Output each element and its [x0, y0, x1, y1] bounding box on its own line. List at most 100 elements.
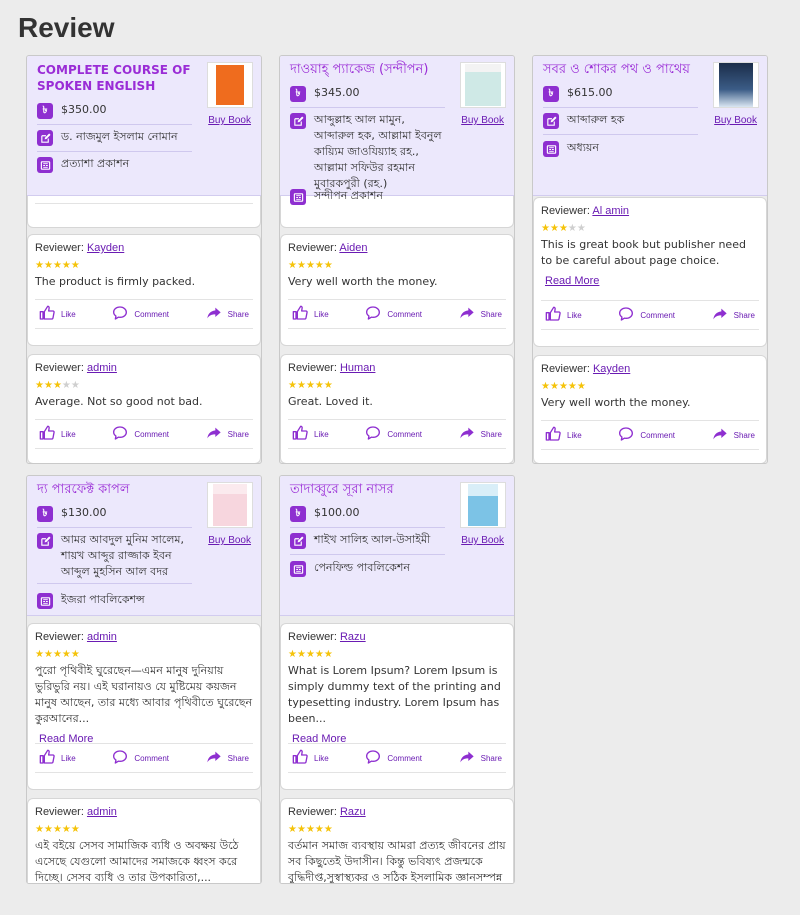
reviewer-link[interactable]: Kayden — [87, 242, 124, 254]
review-card: Reviewer: Human ★★★★★ Great. Loved it. L… — [280, 354, 514, 463]
comment-button[interactable]: Comment — [112, 425, 169, 443]
comment-button[interactable]: Comment — [112, 749, 169, 767]
taka-icon: ৳ — [290, 506, 306, 522]
thumb-up-icon — [39, 305, 61, 323]
book-cover[interactable] — [207, 482, 253, 528]
reviewer-link[interactable]: admin — [87, 806, 117, 818]
share-button[interactable]: Share — [206, 305, 249, 323]
publisher-row: অধ্যয়ন — [543, 140, 698, 157]
reviewer-link[interactable]: Kayden — [593, 363, 630, 375]
reviewer-link[interactable]: Razu — [340, 806, 366, 818]
book-title[interactable]: দ্য পারফেক্ট কাপল — [37, 482, 202, 498]
chat-bubble-icon — [112, 305, 134, 323]
review-text: The product is firmly packed. — [35, 275, 196, 288]
buy-book-link[interactable]: Buy Book — [714, 115, 757, 126]
review-text: Very well worth the money. — [288, 275, 438, 288]
review-card: Reviewer: Aiden ★★★★★ Very well worth th… — [280, 234, 514, 346]
newspaper-icon — [37, 157, 53, 173]
book-header: তাদাব্বুরে সূরা নাসর Buy Book ৳ $100.00 শ… — [280, 476, 514, 616]
review-card: Reviewer: Razu ★★★★★ What is Lorem Ipsum… — [280, 623, 514, 790]
like-button[interactable]: Like — [39, 425, 76, 443]
book-card: Reviewer: Kayden ★★★★★ The product is fi… — [26, 55, 262, 464]
book-card: Reviewer: Al amin ★★★★★ This is great bo… — [532, 55, 768, 464]
review-text: Very well worth the money. — [541, 396, 691, 409]
thumb-up-icon — [292, 425, 314, 443]
taka-icon: ৳ — [37, 506, 53, 522]
book-header: দ্য পারফেক্ট কাপল Buy Book ৳ $130.00 আমর … — [27, 476, 261, 616]
reviewer-link[interactable]: Al amin — [592, 205, 629, 217]
reviewer-link[interactable]: Human — [340, 362, 375, 374]
author-row: শাইখ সালিহ আল-উসাইমী — [290, 532, 445, 555]
taka-icon: ৳ — [37, 103, 53, 119]
comment-button[interactable]: Comment — [365, 749, 422, 767]
like-button[interactable]: Like — [39, 749, 76, 767]
share-button[interactable]: Share — [459, 305, 502, 323]
share-button[interactable]: Share — [459, 425, 502, 443]
reviewer-line: Reviewer: admin — [35, 362, 117, 374]
comment-button[interactable]: Comment — [618, 306, 675, 324]
comment-button[interactable]: Comment — [365, 425, 422, 443]
buy-book-link[interactable]: Buy Book — [461, 535, 504, 546]
rating-stars: ★★★★★ — [35, 380, 80, 391]
review-card: Reviewer: Kayden ★★★★★ Very well worth t… — [533, 355, 767, 463]
comment-button[interactable]: Comment — [365, 305, 422, 323]
taka-icon: ৳ — [290, 86, 306, 102]
book-title[interactable]: তাদাব্বুরে সূরা নাসর — [290, 482, 455, 498]
like-button[interactable]: Like — [292, 305, 329, 323]
chat-bubble-icon — [618, 306, 640, 324]
like-button[interactable]: Like — [545, 306, 582, 324]
like-button[interactable]: Like — [545, 426, 582, 444]
comment-button[interactable]: Comment — [618, 426, 675, 444]
publisher-row: সন্দীপন প্রকাশন — [290, 188, 445, 205]
reviewer-line: Reviewer: admin — [35, 631, 117, 643]
book-card: Reviewer: admin ★★★★★ পুরো পৃথিবীই ঘুরেছ… — [26, 475, 262, 884]
book-title[interactable]: COMPLETE COURSE OF SPOKEN ENGLISH — [37, 62, 202, 94]
book-title[interactable]: দাওয়াহ্ প্যাকেজ (সন্দীপন) — [290, 62, 455, 78]
share-arrow-icon — [206, 305, 228, 323]
book-cover[interactable] — [713, 62, 759, 108]
comment-button[interactable]: Comment — [112, 305, 169, 323]
reviewer-link[interactable]: admin — [87, 631, 117, 643]
page-title: Review — [18, 12, 115, 43]
like-button[interactable]: Like — [292, 425, 329, 443]
like-button[interactable]: Like — [292, 749, 329, 767]
chat-bubble-icon — [365, 305, 387, 323]
thumb-up-icon — [545, 306, 567, 324]
book-cover[interactable] — [460, 482, 506, 528]
share-button[interactable]: Share — [206, 749, 249, 767]
share-button[interactable]: Share — [459, 749, 502, 767]
reviewer-link[interactable]: admin — [87, 362, 117, 374]
review-card: Reviewer: Kayden ★★★★★ The product is fi… — [27, 234, 261, 346]
price-row: ৳ $130.00 — [37, 505, 192, 528]
publisher-row: পেনফিল্ড পাবলিকেশন — [290, 560, 445, 577]
share-button[interactable]: Share — [712, 306, 755, 324]
pen-square-icon — [543, 113, 559, 129]
thumb-up-icon — [545, 426, 567, 444]
share-arrow-icon — [459, 749, 481, 767]
publisher-row: প্রত্যাশা প্রকাশন — [37, 156, 192, 173]
pen-square-icon — [290, 113, 306, 129]
author-row: ড. নাজমুল ইসলাম নোমান — [37, 129, 192, 152]
read-more-link[interactable]: Read More — [545, 275, 599, 287]
reviewer-link[interactable]: Aiden — [339, 242, 367, 254]
review-text: What is Lorem Ipsum? Lorem Ipsum is simp… — [288, 664, 501, 725]
review-text: Great. Loved it. — [288, 395, 373, 408]
share-button[interactable]: Share — [206, 425, 249, 443]
buy-book-link[interactable]: Buy Book — [208, 115, 251, 126]
share-button[interactable]: Share — [712, 426, 755, 444]
like-button[interactable]: Like — [39, 305, 76, 323]
review-text: পুরো পৃথিবীই ঘুরেছেন—এমন মানুষ দুনিয়ায়… — [35, 664, 253, 725]
book-title[interactable]: সবর ও শোকর পথ ও পাথেয় — [543, 62, 708, 78]
chat-bubble-icon — [618, 426, 640, 444]
pen-square-icon — [290, 533, 306, 549]
book-cover[interactable] — [207, 62, 253, 108]
buy-book-link[interactable]: Buy Book — [461, 115, 504, 126]
book-cover[interactable] — [460, 62, 506, 108]
review-card: Reviewer: Al amin ★★★★★ This is great bo… — [533, 197, 767, 347]
buy-book-link[interactable]: Buy Book — [208, 535, 251, 546]
review-card: Reviewer: Razu ★★★★★ বর্তমান সমাজ ব্যবস্… — [280, 798, 514, 883]
newspaper-icon — [290, 561, 306, 577]
rating-stars: ★★★★★ — [288, 380, 333, 391]
reviewer-link[interactable]: Razu — [340, 631, 366, 643]
book-header: দাওয়াহ্ প্যাকেজ (সন্দীপন) Buy Book ৳ $34… — [280, 56, 514, 205]
